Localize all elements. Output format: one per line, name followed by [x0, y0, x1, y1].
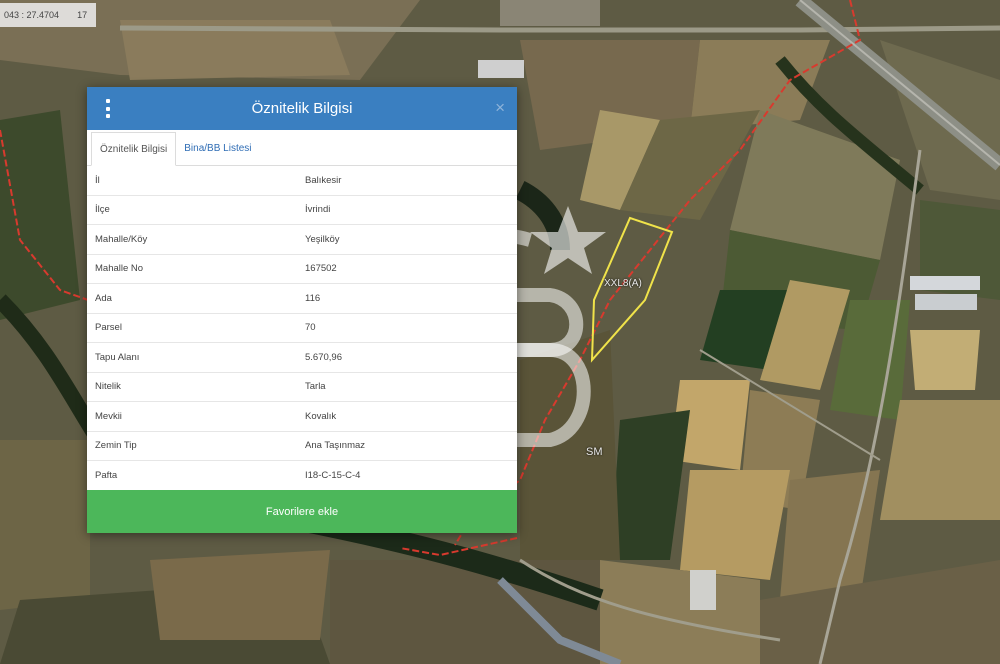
table-row: Zemin Tip Ana Taşınmaz [87, 430, 517, 461]
dialog-header: Öznitelik Bilgisi × [87, 87, 517, 130]
attribute-key: İl [95, 174, 100, 186]
zoom-level: 17 [77, 10, 88, 20]
attribute-value: Kovalık [297, 401, 517, 431]
attribute-value: 116 [297, 283, 517, 313]
tab-bar: Öznitelik Bilgisi Bina/BB Listesi [87, 130, 517, 166]
coordinate-value: 043 : 27.4704 [4, 10, 60, 20]
parcel-label: XXL8(A) [604, 278, 642, 289]
table-row: Mahalle/Köy Yeşilköy [87, 224, 517, 254]
add-to-favorites-button[interactable]: Favorilere ekle [87, 490, 517, 533]
attribute-value: 5.670,96 [297, 342, 517, 372]
close-icon[interactable]: × [495, 99, 505, 116]
attribute-value: Tarla [297, 371, 517, 402]
attribute-value: 70 [297, 312, 517, 343]
table-row: Pafta I18-C-15-C-4 [87, 460, 517, 490]
table-row: Tapu Alanı 5.670,96 [87, 342, 517, 372]
attribute-value: 167502 [297, 253, 517, 284]
attribute-value: Ana Taşınmaz [297, 430, 517, 461]
attribute-key: Ada [87, 283, 297, 313]
tab-attribute-info[interactable]: Öznitelik Bilgisi [91, 132, 177, 166]
attribute-key: Tapu Alanı [87, 342, 297, 372]
attribute-key: İlçe [87, 194, 297, 225]
coordinate-readout: 043 : 27.4704 17 [0, 3, 96, 27]
attribute-value: Balıkesir [305, 174, 342, 186]
attribute-key: Zemin Tip [87, 430, 297, 461]
table-row: Nitelik Tarla [87, 371, 517, 402]
table-row: İlçe İvrindi [87, 194, 517, 225]
attribute-key: Mahalle/Köy [87, 224, 297, 254]
table-row: Parsel 70 [87, 312, 517, 343]
table-row: Mahalle No 167502 [87, 253, 517, 284]
attribute-key: Mahalle No [87, 253, 297, 284]
table-row: Mevkii Kovalık [87, 401, 517, 431]
watermark-sm-label: SM [586, 446, 603, 458]
attribute-key: Nitelik [87, 371, 297, 402]
tab-building-list[interactable]: Bina/BB Listesi [176, 132, 259, 165]
attribute-table: İl Balıkesir İlçe İvrindi Mahalle/Köy Ye… [87, 166, 517, 490]
attribute-key: Mevkii [87, 401, 297, 431]
attribute-value: I18-C-15-C-4 [297, 460, 517, 490]
attribute-key: Pafta [87, 460, 297, 490]
dialog-title: Öznitelik Bilgisi [251, 100, 353, 117]
vertical-ellipsis-menu-icon[interactable] [105, 99, 111, 118]
table-row: İl Balıkesir [87, 166, 517, 195]
attribute-key: Parsel [87, 312, 297, 343]
attribute-info-dialog: Öznitelik Bilgisi × Öznitelik Bilgisi Bi… [87, 87, 517, 533]
table-row: Ada 116 [87, 283, 517, 313]
attribute-value: Yeşilköy [297, 224, 517, 254]
attribute-value: İvrindi [297, 194, 517, 225]
